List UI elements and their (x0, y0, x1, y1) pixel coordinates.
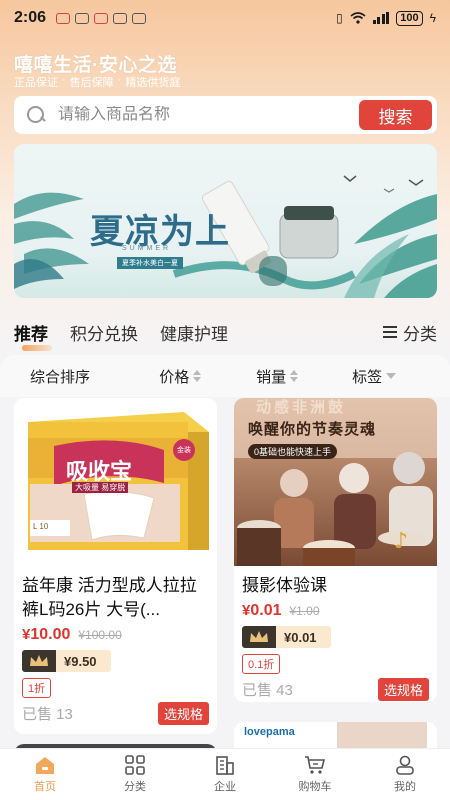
grid-icon (125, 755, 145, 775)
peek-brand-logo: lovepama (244, 726, 295, 738)
brand-title: 嘻嘻生活·安心之选 (14, 55, 177, 76)
notification-icon (132, 12, 147, 24)
tab-label: 企业 (214, 781, 236, 793)
notification-icon (56, 12, 71, 24)
brand-tag: 精选供货庭 (125, 77, 181, 89)
user-icon (396, 755, 414, 775)
notification-icon (75, 12, 90, 24)
product-name: 益年康 活力型成人拉拉裤L码26片 大号(... (22, 576, 197, 619)
select-spec-button[interactable]: 选规格 (377, 678, 429, 701)
product-price: ¥0.01 (242, 602, 282, 619)
tab-enterprise[interactable]: 企业 (180, 749, 270, 800)
status-bar: 2:06 ▯ 100 ϟ (0, 0, 450, 36)
notification-icon (113, 12, 128, 24)
original-price: ¥1.00 (289, 604, 320, 618)
search-bar: 搜索 (14, 96, 437, 134)
battery-indicator: 100 (396, 10, 423, 26)
banner-subtitle: SUMMER (122, 245, 172, 252)
notification-icon (94, 12, 109, 24)
product-image-line: 大吸量 易穿脱 (72, 482, 129, 493)
product-price: ¥10.00 (22, 626, 71, 643)
category-tabs: 推荐 积分兑换 健康护理 分类 (14, 320, 437, 351)
tab-label: 首页 (34, 781, 56, 793)
tab-label: 我的 (394, 781, 416, 793)
sort-arrows-icon (290, 370, 299, 382)
banner-tag: 夏季补水美白一夏 (117, 257, 183, 269)
brand-tag: 售后保障 (69, 77, 114, 89)
classify-button[interactable]: 分类 (383, 320, 437, 345)
discount-badge: 0.1折 (242, 654, 281, 674)
brand-tag: 正品保证 (14, 77, 58, 89)
notification-icons (56, 12, 147, 24)
home-icon (36, 757, 54, 774)
product-image-headline: 唤醒你的节奏灵魂 (248, 421, 377, 438)
building-icon (216, 756, 234, 775)
tab-home[interactable]: 首页 (0, 749, 90, 800)
sort-label: 标签 (352, 368, 383, 386)
product-image: 吸收宝 大吸量 易穿脱 金装 L 10 (14, 398, 217, 566)
classify-label: 分类 (403, 324, 437, 344)
original-price: ¥100.00 (78, 628, 122, 642)
vibrate-icon: ▯ (336, 11, 343, 25)
search-icon (26, 105, 46, 125)
tab-cart[interactable]: 购物车 (270, 749, 360, 800)
system-indicators: ▯ 100 ϟ (336, 10, 436, 26)
sold-count: 已售 43 (242, 682, 293, 699)
product-card[interactable]: ♪ 动感非洲鼓 唤醒你的节奏灵魂 0基础也能快速上手 摄影体验课 ¥0.01 ¥… (234, 398, 437, 702)
price-row: ¥10.00 ¥100.00 (14, 626, 217, 644)
member-price: ¥9.50 (56, 650, 111, 672)
product-image-top: 动感非洲鼓 (256, 399, 347, 416)
product-image-subline: 0基础也能快速上手 (248, 444, 338, 459)
svg-text:♪: ♪ (394, 529, 408, 554)
product-card[interactable]: 吸收宝 大吸量 易穿脱 金装 L 10 益年康 活力型成人拉拉裤L码26片 大号… (14, 398, 217, 734)
tab-points-exchange[interactable]: 积分兑换 (70, 320, 138, 345)
select-spec-button[interactable]: 选规格 (157, 702, 209, 725)
crown-icon (22, 650, 56, 672)
price-row: ¥0.01 ¥1.00 (234, 602, 437, 620)
promo-banner[interactable]: 夏凉为上 SUMMER 夏季补水美白一夏 (14, 144, 437, 298)
status-time: 2:06 (14, 9, 47, 26)
sort-label: 销量 (256, 368, 287, 386)
sort-sales[interactable]: 销量 (256, 366, 352, 387)
sort-label: 综合排序 (30, 368, 91, 386)
sort-price[interactable]: 价格 (159, 366, 256, 387)
wifi-icon (350, 12, 366, 24)
tab-mine[interactable]: 我的 (360, 749, 450, 800)
tab-health-care[interactable]: 健康护理 (160, 320, 228, 345)
card-footer: 已售 43 选规格 (242, 678, 429, 701)
product-name: 摄影体验课 (242, 576, 327, 595)
product-image: ♪ 动感非洲鼓 唤醒你的节奏灵魂 0基础也能快速上手 (234, 398, 437, 566)
crown-icon (242, 626, 276, 648)
discount-badge: 1折 (22, 678, 52, 698)
charging-icon: ϟ (429, 11, 436, 25)
tab-category[interactable]: 分类 (90, 749, 180, 800)
product-image-badge: 金装 (177, 447, 191, 454)
tab-label: 分类 (124, 781, 146, 793)
cart-icon (305, 756, 326, 774)
brand-tags: 正品保证 · 售后保障 · 精选供货庭 (14, 74, 181, 89)
member-price-row: ¥0.01 (234, 626, 437, 648)
sold-count: 已售 13 (22, 706, 73, 723)
member-price-row: ¥9.50 (14, 650, 217, 672)
sort-bar: 综合排序 价格 销量 标签 (0, 355, 450, 397)
dropdown-icon (386, 373, 397, 379)
product-image-size: L 10 (33, 522, 49, 531)
tab-label: 购物车 (298, 781, 332, 793)
sort-comprehensive[interactable]: 综合排序 (30, 366, 159, 387)
list-icon (383, 326, 397, 338)
member-price: ¥0.01 (276, 626, 331, 648)
card-footer: 已售 13 选规格 (22, 702, 209, 725)
search-button[interactable]: 搜索 (359, 100, 432, 130)
signal-icon (372, 12, 390, 24)
sort-label: 价格 (159, 368, 190, 386)
sort-tags[interactable]: 标签 (352, 366, 450, 387)
tab-recommend[interactable]: 推荐 (14, 320, 52, 351)
sort-arrows-icon (193, 370, 202, 382)
bottom-tab-bar: 首页 分类 企业 购物车 我的 (0, 748, 450, 800)
